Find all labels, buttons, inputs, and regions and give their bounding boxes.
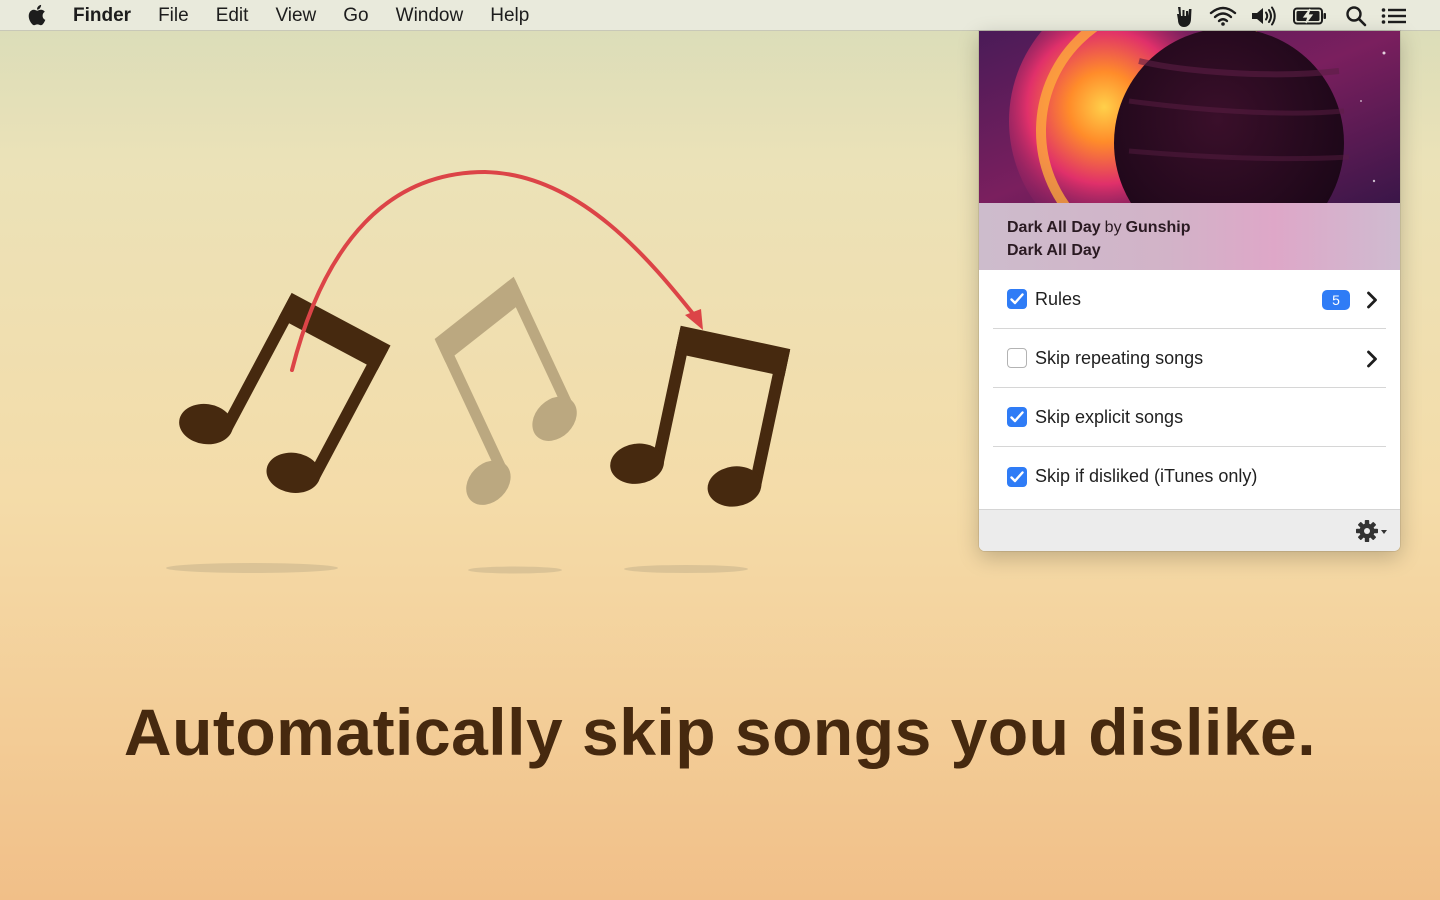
now-playing-info: Dark All Day by Gunship Dark All Day <box>979 203 1400 270</box>
skip-options-list: Rules 5 Skip repeating songs Skip explic… <box>979 270 1400 506</box>
wifi-icon[interactable] <box>1202 0 1244 31</box>
chevron-right-icon[interactable] <box>1366 291 1378 309</box>
skip-illustration <box>140 160 820 590</box>
note-shadow <box>468 566 562 574</box>
menu-go[interactable]: Go <box>343 0 368 31</box>
menubar-popover: Dark All Day by Gunship Dark All Day Rules… <box>979 31 1400 551</box>
skip-explicit-checkbox[interactable] <box>1007 407 1027 427</box>
skip-disliked-checkbox[interactable] <box>1007 466 1027 487</box>
tagline: Automatically skip songs you dislike. <box>123 695 1317 769</box>
rules-checkbox[interactable] <box>1007 289 1027 309</box>
faded-music-note-icon <box>434 276 577 505</box>
chevron-right-icon[interactable] <box>1366 350 1378 368</box>
option-skip-explicit[interactable]: Skip explicit songs <box>993 388 1386 447</box>
rules-count-badge: 5 <box>1322 290 1350 310</box>
menu-edit[interactable]: Edit <box>216 0 249 31</box>
apple-logo-icon[interactable] <box>27 4 53 26</box>
search-icon[interactable] <box>1336 0 1376 31</box>
option-skip-repeating[interactable]: Skip repeating songs <box>993 329 1386 388</box>
rules-label: Rules <box>1035 288 1082 309</box>
skipped-music-note-icon <box>179 292 391 493</box>
album-artwork <box>979 31 1400 203</box>
skip-explicit-label: Skip explicit songs <box>1035 406 1184 427</box>
volume-icon[interactable] <box>1244 0 1284 31</box>
skip-disliked-label: Skip if disliked (iTunes only) <box>1035 466 1258 486</box>
next-music-note-icon <box>610 325 791 507</box>
menu-app-finder[interactable]: Finder <box>73 0 131 31</box>
battery-icon[interactable] <box>1284 0 1336 31</box>
option-skip-disliked[interactable]: Skip if disliked (iTunes only) <box>993 447 1386 506</box>
option-rules[interactable]: Rules 5 <box>993 270 1386 329</box>
track-title: Dark All Day <box>1007 219 1101 236</box>
menu-window[interactable]: Window <box>396 0 464 31</box>
track-artist: Gunship <box>1125 219 1191 236</box>
track-album: Dark All Day <box>1007 242 1101 259</box>
skip-arrow-head <box>685 309 703 330</box>
menu-file[interactable]: File <box>158 0 189 31</box>
gear-dropdown-icon[interactable] <box>1354 518 1388 544</box>
menu-bar: Finder File Edit View Go Window Help <box>0 0 1440 31</box>
skip-repeating-label: Skip repeating songs <box>1035 347 1204 368</box>
popover-footer <box>979 509 1400 551</box>
note-shadow <box>166 563 338 573</box>
track-by: by <box>1104 219 1122 236</box>
menu-view[interactable]: View <box>275 0 316 31</box>
notification-list-icon[interactable] <box>1376 0 1412 31</box>
skip-repeating-checkbox[interactable] <box>1007 348 1027 368</box>
note-shadow <box>624 565 748 573</box>
rock-hand-icon[interactable] <box>1168 0 1202 31</box>
menu-help[interactable]: Help <box>490 0 529 31</box>
